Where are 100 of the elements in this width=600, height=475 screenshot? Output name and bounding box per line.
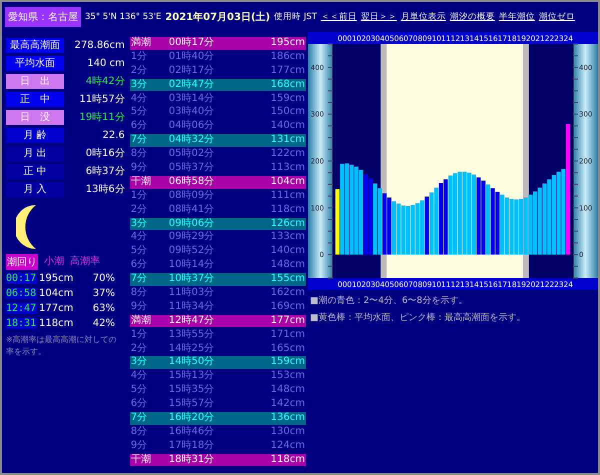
- phase-height: 122cm: [270, 148, 306, 161]
- nav-link[interactable]: 翌日＞＞: [360, 11, 397, 23]
- phase-height: 159cm: [270, 92, 306, 106]
- timezone-label: 使用時 JST: [274, 11, 317, 23]
- phase-height: 142cm: [270, 398, 306, 411]
- phase-time: 00時17分: [168, 37, 216, 50]
- phase-height: 195cm: [270, 37, 306, 50]
- info-label: 平均水面: [6, 56, 64, 70]
- phase-time: 05時02分: [168, 148, 216, 161]
- phase-time: 04時06分: [168, 120, 216, 133]
- phase-height: 177cm: [270, 314, 306, 328]
- phase-time: 08時09分: [168, 190, 216, 202]
- info-label: 正 中: [6, 164, 64, 178]
- tide-height: 177cm: [38, 302, 74, 314]
- nav-link[interactable]: 月単位表示: [400, 11, 446, 23]
- phase-height: 168cm: [270, 78, 306, 92]
- coordinates: 35° 5'N 136° 53'E: [85, 12, 162, 22]
- nav-link[interactable]: 潮位ゼロ: [538, 11, 575, 23]
- phase-label: 6分: [130, 398, 148, 411]
- phase-label: 1分: [130, 328, 148, 342]
- phase-time: 15時35分: [168, 384, 216, 397]
- phase-height: 104cm: [270, 176, 306, 188]
- info-value: 22.6: [102, 130, 126, 140]
- phase-label: 1分: [130, 190, 148, 202]
- phase-time: 11時34分: [168, 300, 216, 314]
- phase-label: 4分: [130, 231, 148, 244]
- phase-time: 09時06分: [168, 218, 216, 230]
- phase-height: 148cm: [270, 384, 306, 397]
- nav-link[interactable]: 潮汐の概要: [450, 11, 495, 23]
- info-label: 日 出: [6, 74, 64, 88]
- phase-time: 18時31分: [168, 454, 216, 466]
- tide-rate: 70%: [92, 272, 115, 284]
- phase-height: 126cm: [270, 218, 306, 230]
- nav-link[interactable]: 半年潮位: [498, 11, 535, 23]
- phase-height: 177cm: [270, 64, 306, 78]
- phase-height: 136cm: [270, 412, 306, 425]
- phase-height: 133cm: [270, 231, 306, 244]
- phase-height: 111cm: [270, 190, 306, 202]
- phase-time: 08時41分: [168, 204, 216, 216]
- phase-height: 124cm: [270, 440, 306, 452]
- tide-height: 104cm: [38, 288, 74, 298]
- info-value: 19時11分: [79, 110, 126, 124]
- phase-height: 113cm: [270, 162, 306, 175]
- info-value: 11時57分: [79, 92, 126, 106]
- phase-label: 8分: [130, 287, 148, 300]
- phase-time: 17時18分: [168, 440, 216, 452]
- phase-time: 02時47分: [168, 78, 216, 92]
- phase-height: 169cm: [270, 300, 306, 314]
- phase-time: 04時32分: [168, 134, 216, 147]
- phase-label: 9分: [130, 440, 148, 452]
- info-label: 月 入: [6, 182, 64, 196]
- phase-time: 15時57分: [168, 398, 216, 411]
- phase-label: 7分: [130, 134, 148, 147]
- tide-time: 18:31: [6, 318, 37, 328]
- phase-height: 171cm: [270, 328, 306, 342]
- phase-height: 131cm: [270, 134, 306, 147]
- phase-time: 11時03分: [168, 287, 216, 300]
- phase-time: 03時40分: [168, 106, 216, 120]
- phase-label: 9分: [130, 162, 148, 175]
- phase-height: 153cm: [270, 370, 306, 383]
- phase-height: 186cm: [270, 50, 306, 64]
- phase-label: 3分: [130, 218, 148, 230]
- nav-link[interactable]: ＜＜前日: [320, 11, 357, 23]
- phase-time: 09時52分: [168, 245, 216, 258]
- info-value: 4時42分: [86, 74, 126, 88]
- phase-height: 140cm: [270, 245, 306, 258]
- phase-time: 09時29分: [168, 231, 216, 244]
- phase-label: 9分: [130, 300, 148, 314]
- tide-time: 06:58: [6, 288, 37, 298]
- phase-label: 2分: [130, 64, 148, 78]
- phase-time: 15時13分: [168, 370, 216, 383]
- info-value: 6時37分: [86, 164, 126, 178]
- phase-label: 1分: [130, 50, 148, 64]
- phase-height: 118cm: [270, 204, 306, 216]
- phase-label: 5分: [130, 106, 148, 120]
- location-label: 愛知県：名古屋: [5, 7, 81, 27]
- phase-label: 7分: [130, 412, 148, 425]
- phase-time: 03時14分: [168, 92, 216, 106]
- phase-label: 干潮: [130, 176, 152, 188]
- tide-height: 195cm: [38, 272, 74, 284]
- tide-height: 118cm: [38, 318, 74, 328]
- phase-time: 16時46分: [168, 426, 216, 439]
- phase-label: 3分: [130, 78, 148, 92]
- footnote: ※高潮率は最高高潮に対しての率を示す。: [6, 334, 118, 358]
- date-title: 2021年07月03日(土): [165, 10, 270, 24]
- phase-time: 02時17分: [168, 64, 216, 78]
- phase-height: 118cm: [270, 454, 306, 466]
- phase-time: 14時25分: [168, 342, 216, 356]
- legend-note: ■潮の青色：2〜4分、6〜8分を示す。: [309, 294, 468, 307]
- phase-time: 13時55分: [168, 328, 216, 342]
- legend-note: ■黄色棒：平均水面、ピンク棒：最高高潮面を示す。: [309, 312, 527, 324]
- info-label: 最高高潮面: [6, 38, 64, 52]
- info-value: 13時6分: [86, 182, 126, 196]
- phase-time: 01時40分: [168, 50, 216, 64]
- phase-height: 155cm: [270, 273, 306, 286]
- phase-height: 148cm: [270, 259, 306, 272]
- phase-label: 2分: [130, 342, 148, 356]
- tide-time: 00:17: [6, 272, 37, 284]
- phase-label: 4分: [130, 370, 148, 383]
- phase-label: 満潮: [130, 37, 152, 50]
